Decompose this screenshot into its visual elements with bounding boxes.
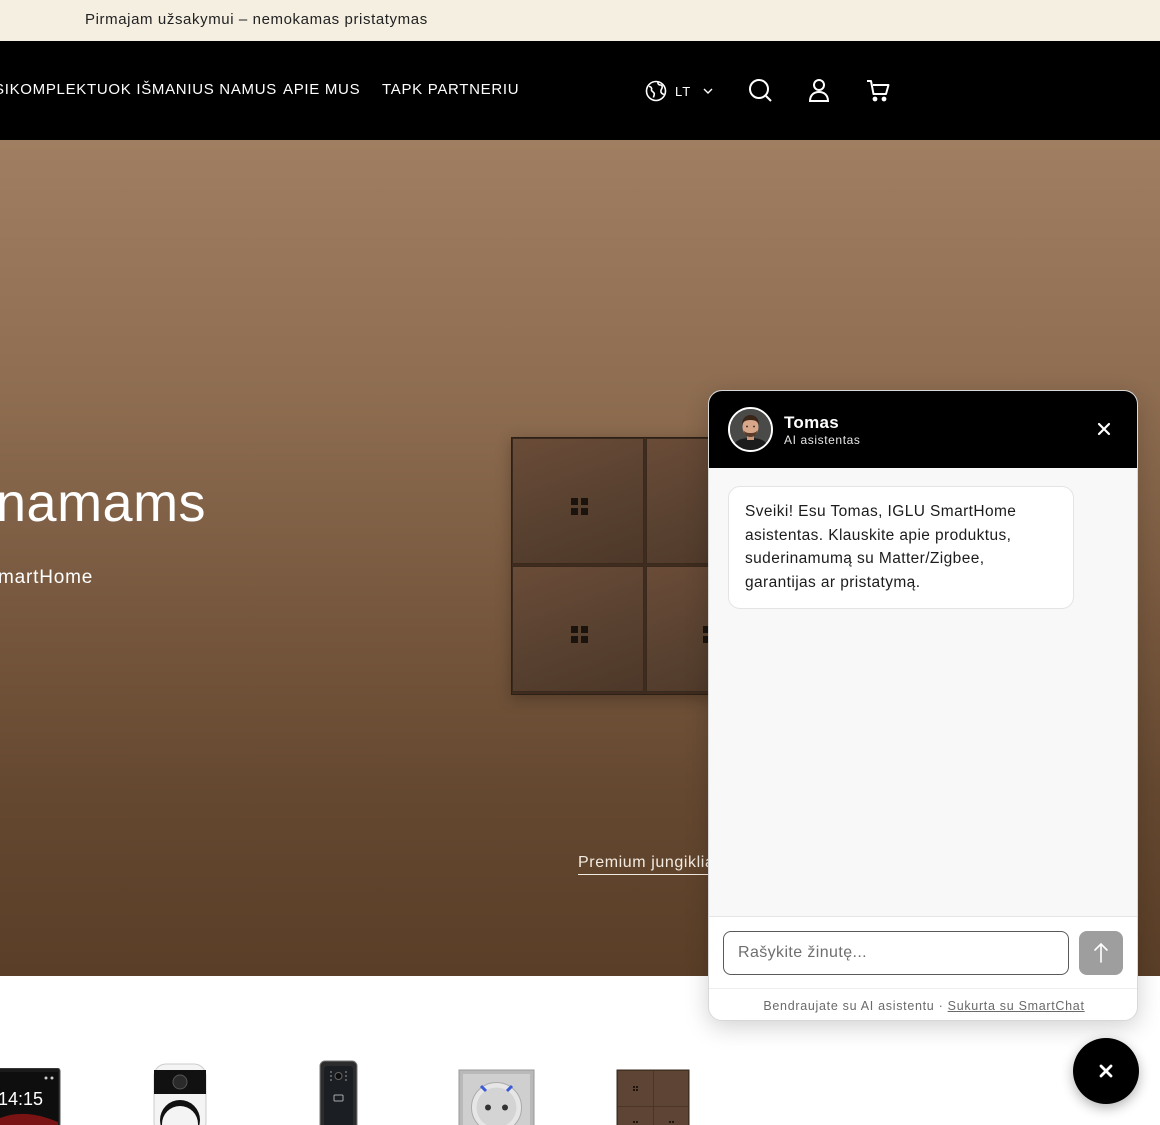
main-nav: SIKOMPLEKTUOK IŠMANIUS NAMUS APIE MUS TA…	[0, 41, 1160, 140]
product-thumb-camera[interactable]	[151, 1062, 209, 1125]
chat-message-input[interactable]	[723, 931, 1069, 975]
agent-role: AI asistentas	[784, 433, 861, 447]
hero-link[interactable]: Premium jungiklia	[578, 854, 715, 875]
nav-link-partner[interactable]: TAPK PARTNERIU	[382, 81, 519, 98]
account-icon[interactable]	[806, 77, 832, 103]
language-code: LT	[675, 83, 692, 99]
search-icon[interactable]	[747, 77, 773, 103]
product-thumb-panel[interactable]: 14:15	[0, 1068, 62, 1125]
announcement-bar: Pirmajam užsakymui – nemokamas pristatym…	[0, 0, 1160, 41]
nav-link-about[interactable]: APIE MUS	[283, 81, 360, 98]
product-thumb-socket[interactable]	[458, 1069, 535, 1125]
chat-composer	[709, 916, 1137, 988]
close-icon	[1099, 1064, 1113, 1078]
chat-header: Tomas AI asistentas	[709, 391, 1137, 468]
product-thumb-switch[interactable]	[616, 1069, 690, 1125]
thumb-clock-text: 14:15	[0, 1089, 43, 1109]
globe-icon	[645, 80, 667, 102]
chat-send-button[interactable]	[1079, 931, 1123, 975]
language-selector[interactable]: LT	[645, 78, 713, 104]
nav-link-build-kit[interactable]: SIKOMPLEKTUOK IŠMANIUS NAMUS	[0, 81, 277, 98]
arrow-up-icon	[1094, 942, 1108, 963]
chat-widget: Tomas AI asistentas Sveiki! Esu Tomas, I…	[708, 390, 1138, 1021]
hero-heading: namams	[0, 473, 207, 533]
chevron-down-icon	[703, 88, 713, 94]
hero-switch-image	[511, 437, 778, 695]
product-thumb-doorbell[interactable]	[318, 1060, 360, 1125]
chat-toggle-button[interactable]	[1073, 1038, 1139, 1104]
cart-icon[interactable]	[865, 77, 891, 103]
announcement-text: Pirmajam užsakymui – nemokamas pristatym…	[85, 11, 428, 28]
chat-footer-text: Bendraujate su AI asistentu ·	[763, 999, 948, 1013]
agent-avatar	[728, 407, 773, 452]
chat-message: Sveiki! Esu Tomas, IGLU SmartHome asiste…	[728, 486, 1074, 609]
agent-name: Tomas	[784, 413, 840, 432]
smartchat-link[interactable]: Sukurta su SmartChat	[948, 999, 1085, 1013]
hero-subheading: martHome	[0, 567, 94, 588]
chat-footer: Bendraujate su AI asistentu · Sukurta su…	[709, 988, 1137, 1020]
chat-close-icon[interactable]	[1093, 418, 1115, 440]
